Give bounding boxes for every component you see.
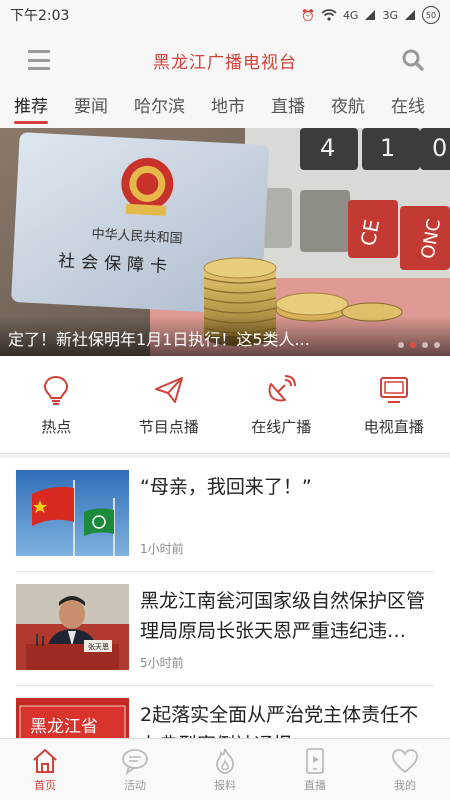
banner-caption: 定了！新社保明年1月1日执行！这5类人... <box>0 316 450 356</box>
nameplate-text: 张天恩 <box>88 642 109 651</box>
tab-label: 活动 <box>124 779 146 792</box>
tab-live-bottom[interactable]: 直播 <box>270 739 360 800</box>
news-time: 5小时前 <box>140 656 184 670</box>
news-title: 黑龙江南瓮河国家级自然保护区管理局原局长张天恩严重违纪违… <box>140 590 426 642</box>
news-item[interactable]: 黑龙江省 2起落实全面从严治党主体责任不力典型案例被通报 <box>16 686 434 738</box>
news-thumbnail <box>16 470 129 556</box>
status-bar: 下午2:03 ⏰ 4G 3G 50 <box>0 0 450 30</box>
sign-text: 黑龙江省 <box>30 717 98 737</box>
quick-nav-label: 节目点播 <box>138 418 199 436</box>
heart-icon <box>392 749 418 774</box>
signal-icon <box>405 10 415 20</box>
carousel-dot <box>422 342 428 348</box>
calc-key-label: CE <box>356 218 384 248</box>
category-tabs: 推荐 要闻 哈尔滨 地市 直播 夜航 在线 <box>0 90 450 128</box>
tv-icon <box>379 377 408 403</box>
broadcast-icon <box>268 375 297 402</box>
home-icon <box>33 749 57 773</box>
signal-icon <box>365 10 376 20</box>
tab-label: 报料 <box>214 779 236 792</box>
calc-key-label: 0 <box>432 134 447 162</box>
flame-icon <box>216 748 234 774</box>
search-icon[interactable] <box>402 49 424 71</box>
menu-button[interactable] <box>28 50 50 70</box>
bottom-tab-bar: 首页 活动 报料 直播 我的 <box>0 738 450 800</box>
news-item[interactable]: “母亲，我回来了！” 1小时前 <box>16 458 434 572</box>
status-time: 下午2:03 <box>10 8 70 24</box>
battery-icon: 50 <box>422 6 440 24</box>
quick-nav-label: 热点 <box>41 418 72 436</box>
carousel-indicator <box>398 342 440 348</box>
tab-label: 首页 <box>34 779 56 792</box>
quick-nav-radio[interactable]: 在线广播 <box>225 356 338 453</box>
carousel-dot <box>434 342 440 348</box>
network-label-2: 3G <box>382 8 398 22</box>
news-list: “母亲，我回来了！” 1小时前 张天恩 黑龙江南瓮河国家级自然保护区管理局原局长… <box>0 458 450 738</box>
app-title: 黑龙江广播电视台 <box>153 52 297 73</box>
menu-icon-bar <box>28 67 50 70</box>
alarm-icon: ⏰ <box>301 8 315 22</box>
sign-image: 黑龙江省 <box>16 698 129 738</box>
carousel-dot-active <box>410 342 416 348</box>
tab-activity[interactable]: 活动 <box>90 739 180 800</box>
press-conference-image: 张天恩 <box>16 584 129 670</box>
menu-icon-bar <box>28 58 50 62</box>
quick-nav-label: 在线广播 <box>251 418 312 436</box>
news-title: 2起落实全面从严治党主体责任不力典型案例被通报 <box>140 704 419 738</box>
network-label-1: 4G <box>342 8 359 22</box>
status-icons: ⏰ 4G 3G 50 <box>301 6 440 24</box>
banner-carousel[interactable]: 4 1 0 CE ONC 中华人民共和国 社会保障卡 定了！新社保明年1月1日执… <box>0 128 450 356</box>
phone-icon <box>306 748 324 774</box>
news-thumbnail: 黑龙江省 <box>16 698 129 738</box>
calc-key-label: 1 <box>380 134 395 162</box>
news-time: 1小时前 <box>140 542 184 556</box>
tab-live[interactable]: 直播 <box>257 90 317 128</box>
tab-report[interactable]: 报料 <box>180 739 270 800</box>
calc-key-label: 4 <box>320 134 335 162</box>
carousel-dot <box>398 342 404 348</box>
tab-label: 我的 <box>394 779 416 792</box>
wifi-icon <box>321 9 337 21</box>
chat-icon <box>122 749 148 775</box>
tab-home[interactable]: 首页 <box>0 739 90 800</box>
tab-mine[interactable]: 我的 <box>360 739 450 800</box>
tab-label: 直播 <box>304 779 326 792</box>
quick-nav-tv[interactable]: 电视直播 <box>338 356 450 453</box>
tab-cities[interactable]: 地市 <box>197 90 257 128</box>
quick-nav: 热点 节目点播 在线广播 电视直播 <box>0 356 450 454</box>
menu-icon-bar <box>28 50 50 53</box>
news-title: “母亲，我回来了！” <box>140 476 312 498</box>
quick-nav-vod[interactable]: 节目点播 <box>113 356 226 453</box>
tab-night[interactable]: 夜航 <box>317 90 377 128</box>
tab-online[interactable]: 在线 <box>377 90 437 128</box>
tab-harbin[interactable]: 哈尔滨 <box>120 90 197 128</box>
news-thumbnail: 张天恩 <box>16 584 129 670</box>
paper-plane-icon <box>154 377 183 403</box>
quick-nav-hot[interactable]: 热点 <box>0 356 113 453</box>
flags-image <box>16 470 129 556</box>
app-header: 黑龙江广播电视台 <box>0 30 450 90</box>
tab-headlines[interactable]: 要闻 <box>60 90 120 128</box>
news-item[interactable]: 张天恩 黑龙江南瓮河国家级自然保护区管理局原局长张天恩严重违纪违… 5小时前 <box>16 572 434 686</box>
tab-recommend[interactable]: 推荐 <box>0 90 60 128</box>
bulb-icon <box>44 375 69 405</box>
quick-nav-label: 电视直播 <box>363 418 424 436</box>
